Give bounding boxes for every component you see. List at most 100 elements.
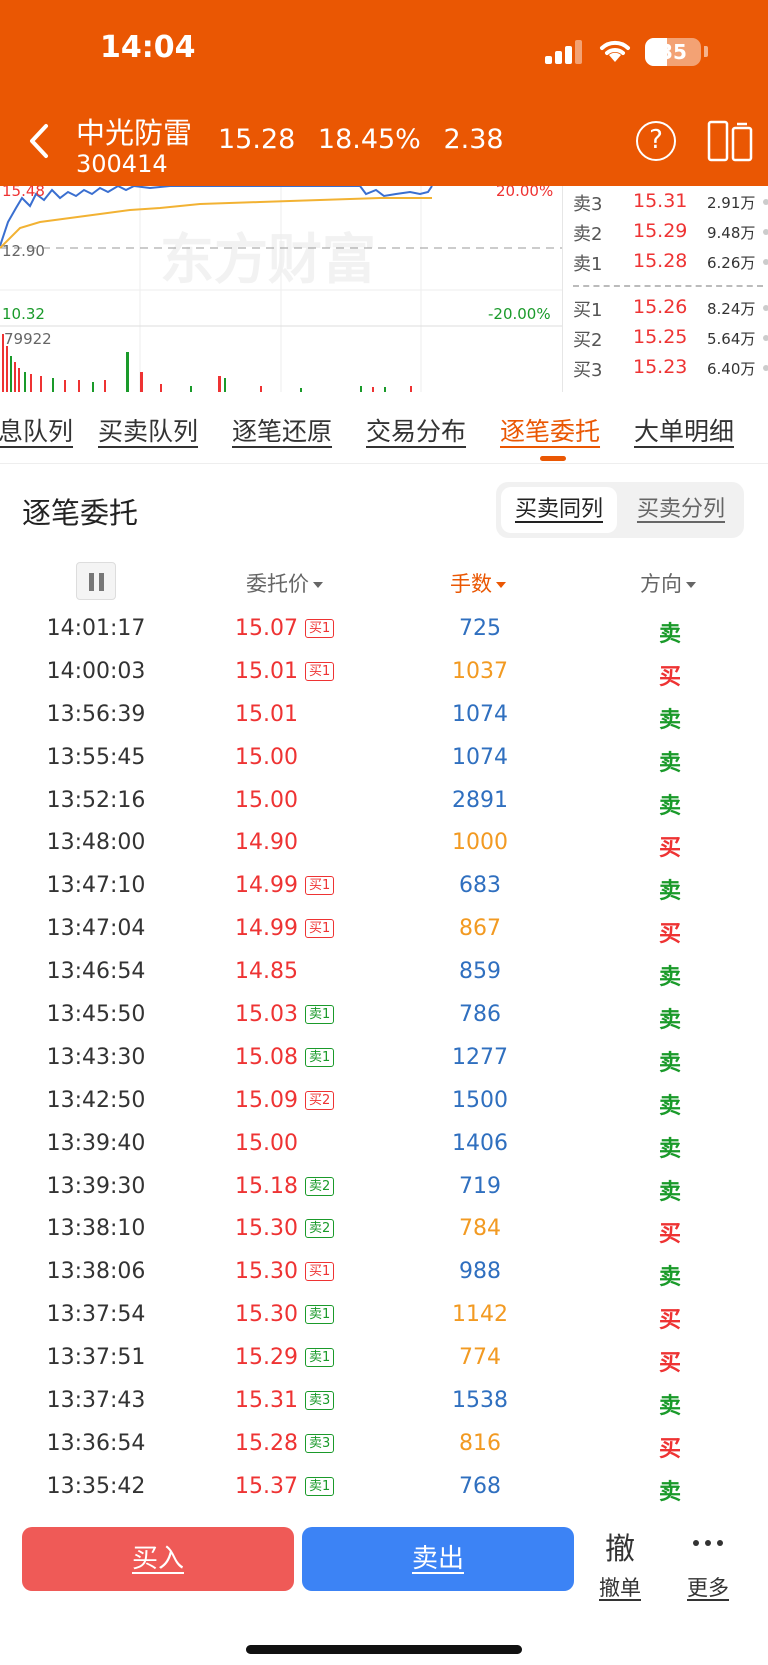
tab-large-orders[interactable]: 大单明细	[634, 412, 734, 448]
order-time: 13:39:40	[46, 1130, 146, 1156]
order-direction: 买	[658, 1351, 681, 1377]
tick-order-row[interactable]: 13:55:45 15.00 1074 卖	[0, 737, 768, 780]
tick-order-row[interactable]: 13:37:51 15.29 卖1 774 买	[0, 1337, 768, 1380]
column-direction[interactable]: 方向	[640, 568, 696, 598]
ask-volume: 6.26万	[707, 254, 756, 272]
ask-volume: 9.48万	[707, 224, 756, 242]
order-direction: 买	[658, 1308, 681, 1334]
tab-tick-orders[interactable]: 逐笔委托	[500, 412, 600, 448]
order-direction: 卖	[658, 750, 681, 776]
level-badge: 卖2	[305, 1219, 335, 1239]
order-direction: 买	[658, 922, 681, 948]
volume-bar	[52, 378, 54, 392]
order-qty: 1406	[452, 1130, 508, 1156]
sell-button[interactable]: 卖出	[302, 1527, 574, 1591]
tab-tick-restore[interactable]: 逐笔还原	[232, 412, 332, 448]
order-book-divider	[573, 285, 763, 287]
battery-level: 35	[659, 40, 687, 64]
tick-order-row[interactable]: 13:39:30 15.18 卖2 719 卖	[0, 1166, 768, 1209]
top-price-label: 15.48	[2, 186, 45, 200]
dot-icon	[763, 365, 768, 371]
toggle-same-column[interactable]: 买卖同列	[501, 487, 617, 533]
ask-row[interactable]: 卖1 15.28 6.26万	[573, 250, 768, 276]
more-button[interactable]: 更多	[678, 1572, 738, 1602]
level-badge: 买1	[305, 661, 335, 681]
pause-icon	[99, 573, 104, 591]
order-price: 15.08	[235, 1044, 298, 1070]
order-book[interactable]: 卖3 15.31 2.91万 卖2 15.29 9.48万 卖1 15.28 6…	[562, 186, 768, 392]
column-qty[interactable]: 手数	[450, 568, 506, 598]
volume-bar	[160, 384, 162, 392]
tick-order-row[interactable]: 13:37:43 15.31 卖3 1538 卖	[0, 1380, 768, 1423]
volume-bar	[64, 380, 66, 392]
tick-order-row[interactable]: 13:47:10 14.99 买1 683 卖	[0, 865, 768, 908]
view-mode-toggle: 买卖同列 买卖分列	[496, 482, 744, 538]
quote-summary: 15.28 18.45% 2.38	[218, 124, 518, 155]
tick-order-row[interactable]: 13:43:30 15.08 卖1 1277 卖	[0, 1037, 768, 1080]
order-price: 15.37	[235, 1473, 298, 1499]
order-qty: 768	[459, 1473, 501, 1499]
tick-order-row[interactable]: 13:38:06 15.30 买1 988 卖	[0, 1251, 768, 1294]
more-icon[interactable]	[693, 1540, 723, 1548]
tick-order-row[interactable]: 13:45:50 15.03 卖1 786 卖	[0, 994, 768, 1037]
tick-order-row[interactable]: 14:01:17 15.07 买1 725 卖	[0, 608, 768, 651]
tab-trade-distribution[interactable]: 交易分布	[366, 412, 466, 448]
order-time: 14:00:03	[46, 658, 146, 684]
tick-order-row[interactable]: 13:36:54 15.28 卖3 816 买	[0, 1423, 768, 1466]
toggle-split-column[interactable]: 买卖分列	[623, 487, 739, 533]
wifi-icon	[600, 40, 630, 62]
ask-label: 卖3	[573, 194, 603, 215]
help-icon[interactable]: ?	[636, 121, 676, 161]
low-price-label: 10.32	[2, 305, 45, 323]
order-price: 15.03	[235, 1002, 298, 1028]
order-qty: 774	[459, 1345, 501, 1371]
ask-price: 15.31	[633, 190, 688, 212]
tick-order-row[interactable]: 13:35:42 15.37 卖1 768 卖	[0, 1466, 768, 1509]
order-time: 13:37:43	[46, 1388, 146, 1414]
tick-order-row[interactable]: 13:47:04 14.99 买1 867 买	[0, 908, 768, 951]
cancel-order-button[interactable]: 撤单	[590, 1572, 650, 1602]
back-arrow-icon[interactable]	[22, 118, 58, 164]
cancel-order-icon[interactable]: 撤	[590, 1524, 650, 1568]
bid-label: 买1	[573, 300, 603, 321]
dot-icon	[763, 199, 768, 205]
ask-volume: 2.91万	[707, 194, 756, 212]
chart-watermark: 东方财富	[160, 228, 376, 291]
order-direction: 买	[658, 1222, 681, 1248]
volume-bar	[14, 362, 16, 392]
stock-name: 中光防雷	[76, 116, 193, 150]
order-qty: 816	[459, 1430, 501, 1456]
ask-row[interactable]: 卖3 15.31 2.91万	[573, 190, 768, 216]
buy-button[interactable]: 买入	[22, 1527, 294, 1591]
tick-order-row[interactable]: 13:56:39 15.01 1074 卖	[0, 694, 768, 737]
order-qty: 859	[459, 959, 501, 985]
order-price: 15.30	[235, 1302, 298, 1328]
bid-price: 15.25	[633, 326, 688, 348]
tick-order-row[interactable]: 13:39:40 15.00 1406 卖	[0, 1123, 768, 1166]
bid-row[interactable]: 买3 15.23 6.40万	[573, 356, 768, 382]
ask-price: 15.29	[633, 220, 688, 242]
tick-order-row[interactable]: 13:52:16 15.00 2891 卖	[0, 780, 768, 823]
pause-icon	[89, 573, 94, 591]
tab-buy-sell-queue[interactable]: 买卖队列	[98, 412, 198, 448]
bid-row[interactable]: 买2 15.25 5.64万	[573, 326, 768, 352]
tab-message-queue[interactable]: 息队列	[0, 412, 73, 448]
bid-row[interactable]: 买1 15.26 8.24万	[573, 296, 768, 322]
tick-order-row[interactable]: 13:48:00 14.90 1000 买	[0, 822, 768, 865]
layout-switch-icon[interactable]	[707, 120, 753, 162]
column-price[interactable]: 委托价	[246, 568, 323, 598]
pause-button[interactable]	[76, 562, 116, 600]
tick-order-row[interactable]: 13:38:10 15.30 卖2 784 买	[0, 1208, 768, 1251]
active-tab-indicator	[540, 456, 566, 461]
tick-order-row[interactable]: 13:42:50 15.09 买2 1500 卖	[0, 1080, 768, 1123]
tick-order-row[interactable]: 13:46:54 14.85 859 卖	[0, 951, 768, 994]
volume-bar	[30, 374, 32, 392]
volume-max-label: 79922	[4, 330, 52, 348]
order-direction: 买	[658, 664, 681, 690]
tick-order-row[interactable]: 13:37:54 15.30 卖1 1142 买	[0, 1294, 768, 1337]
order-price: 15.00	[235, 744, 298, 770]
intraday-chart[interactable]: 东方财富 15.48 12.90 10.32 20.00% -20.00% 79…	[0, 182, 562, 392]
ask-row[interactable]: 卖2 15.29 9.48万	[573, 220, 768, 246]
tick-order-row[interactable]: 14:00:03 15.01 买1 1037 买	[0, 651, 768, 694]
order-qty: 786	[459, 1002, 501, 1028]
